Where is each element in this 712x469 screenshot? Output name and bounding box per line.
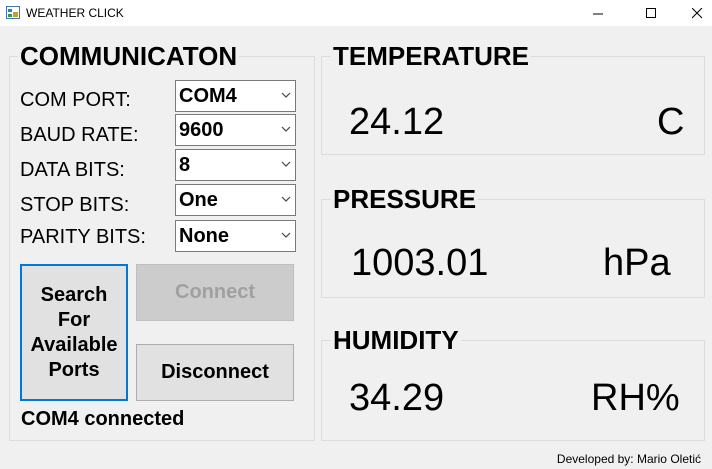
close-icon (691, 7, 702, 18)
minimize-button[interactable] (575, 0, 621, 26)
baud-rate-select[interactable]: 9600 (175, 114, 296, 146)
maximize-button[interactable] (628, 0, 674, 26)
search-button-line: Search (40, 283, 108, 306)
developer-credit: Developed by: Mario Oletić (556, 452, 701, 466)
parity-bits-label: PARITY BITS: (20, 226, 146, 248)
pressure-unit: hPa (603, 242, 671, 284)
minimize-icon (592, 13, 603, 14)
chevron-down-icon (281, 126, 291, 132)
stop-bits-label: STOP BITS: (20, 194, 130, 216)
com-port-label: COM PORT: (20, 89, 131, 111)
title-bar: WEATHER CLICK (0, 0, 712, 26)
temperature-value: 24.12 (349, 101, 445, 143)
baud-rate-label: BAUD RATE: (20, 124, 139, 146)
data-bits-value: 8 (179, 154, 191, 176)
pressure-value: 1003.01 (351, 242, 489, 284)
parity-bits-value: None (179, 225, 229, 247)
stop-bits-value: One (179, 189, 218, 211)
humidity-unit: RH% (591, 377, 680, 419)
humidity-title: HUMIDITY (331, 325, 461, 356)
pressure-title: PRESSURE (331, 184, 479, 215)
maximize-icon (645, 7, 656, 18)
disconnect-button[interactable]: Disconnect (136, 344, 294, 401)
parity-bits-select[interactable]: None (175, 220, 296, 252)
app-icon (6, 6, 20, 19)
connect-button[interactable]: Connect (136, 264, 294, 321)
temperature-title: TEMPERATURE (331, 41, 531, 72)
search-button-line: Ports (48, 358, 100, 381)
window-title: WEATHER CLICK (26, 6, 124, 20)
search-button-line: For (57, 308, 91, 331)
humidity-value: 34.29 (349, 377, 445, 419)
communication-title: COMMUNICATON (18, 41, 240, 72)
connection-status: COM4 connected (21, 408, 185, 430)
baud-rate-value: 9600 (179, 119, 224, 141)
stop-bits-select[interactable]: One (175, 184, 296, 216)
chevron-down-icon (281, 232, 291, 238)
data-bits-select[interactable]: 8 (175, 149, 296, 181)
search-ports-button[interactable]: Search For Available Ports (20, 264, 128, 401)
com-port-select[interactable]: COM4 (175, 80, 296, 112)
chevron-down-icon (281, 196, 291, 202)
com-port-value: COM4 (179, 85, 237, 107)
temperature-unit: C (657, 101, 685, 143)
data-bits-label: DATA BITS: (20, 159, 125, 181)
search-button-line: Available (30, 333, 118, 356)
close-button[interactable] (674, 0, 712, 26)
chevron-down-icon (281, 161, 291, 167)
chevron-down-icon (281, 92, 291, 98)
